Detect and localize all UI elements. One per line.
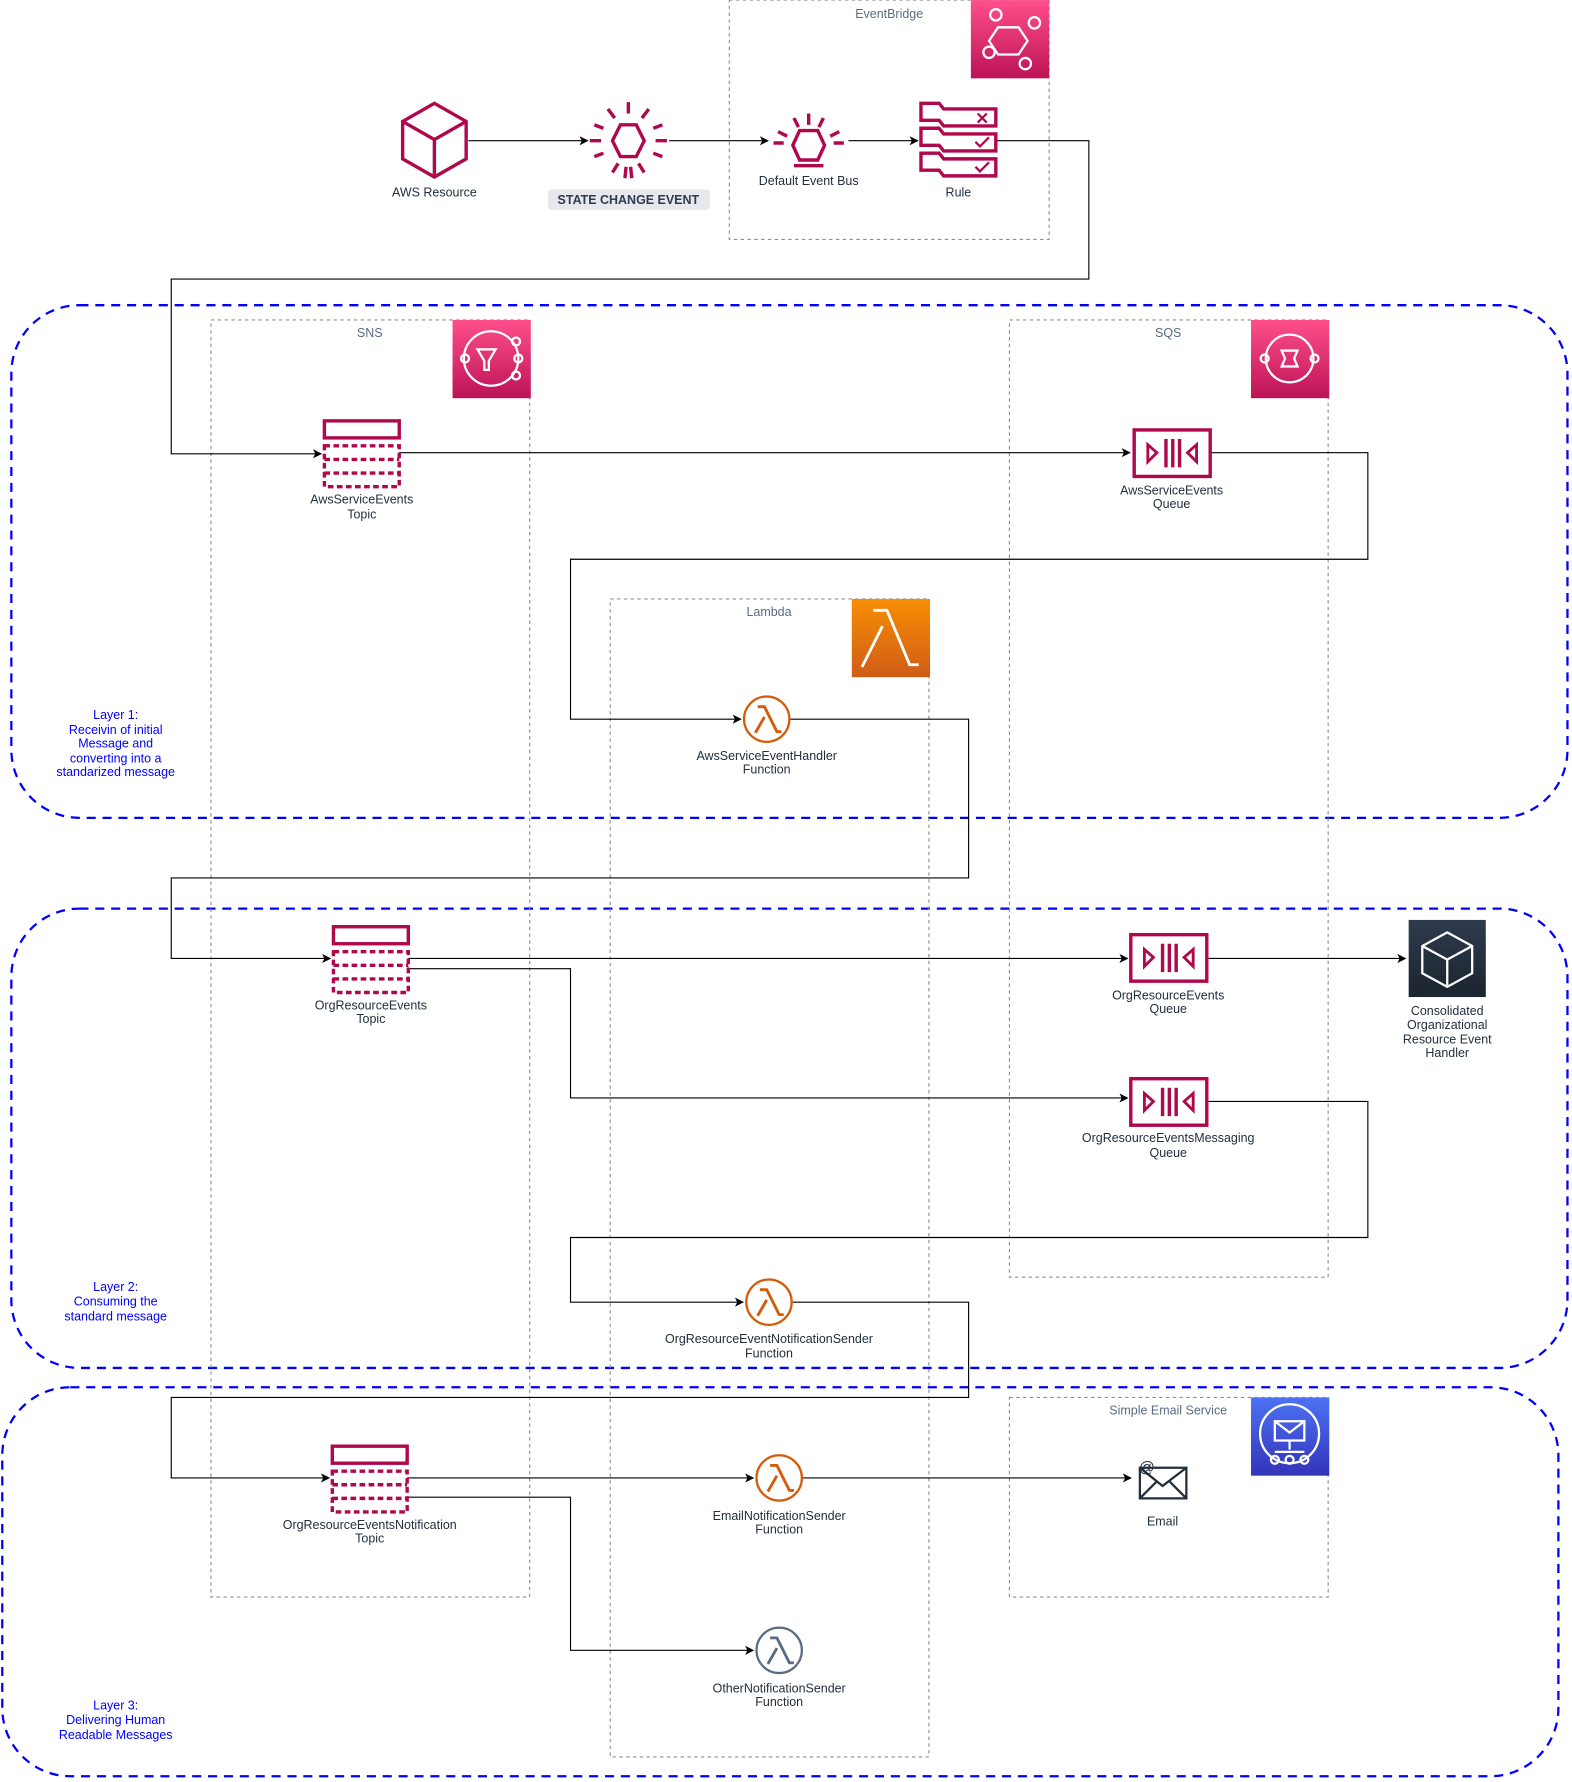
node-label: OrgResourceEventNotificationSender xyxy=(665,1332,873,1346)
connectors xyxy=(170,136,1407,1655)
node-label: Consolidated xyxy=(1411,1004,1484,1018)
aws-resource-label: AWS Resource xyxy=(392,185,477,199)
node-label: Queue xyxy=(1150,1146,1188,1160)
layer-label-line: Layer 2: xyxy=(93,1280,138,1294)
lambda-group-label: Lambda xyxy=(746,605,791,619)
org-resource-events-notification-topic-node[interactable]: OrgResourceEventsNotification Topic xyxy=(283,1444,457,1546)
sns-topic-icon xyxy=(322,419,401,489)
sns-topic-icon xyxy=(331,925,411,995)
node-label: Organizational xyxy=(1407,1018,1487,1032)
aws-service-events-topic-node[interactable]: AwsServiceEvents Topic xyxy=(310,419,413,522)
node-label: Topic xyxy=(356,1012,385,1026)
node-label: Topic xyxy=(347,507,376,521)
cube-icon xyxy=(400,101,468,179)
node-label: EmailNotificationSender xyxy=(713,1509,846,1523)
eventbridge-service-icon xyxy=(970,0,1050,79)
default-event-bus-label: Default Event Bus xyxy=(759,174,859,188)
email-label: Email xyxy=(1147,1515,1178,1529)
svg-text:@: @ xyxy=(1139,1459,1155,1476)
node-label: AwsServiceEventHandler xyxy=(696,749,836,763)
layer-label-line: Readable Messages xyxy=(59,1728,173,1742)
lambda-function-icon xyxy=(744,1278,794,1327)
layer-1-label: Layer 1: Receivin of initial Message and… xyxy=(56,708,175,779)
sqs-queue-icon xyxy=(1132,428,1212,479)
layer-1-boundary xyxy=(10,304,1569,819)
lambda-function-icon xyxy=(755,1453,804,1503)
consolidated-handler-node[interactable]: Consolidated Organizational Resource Eve… xyxy=(1403,919,1492,1060)
org-resource-events-queue-node[interactable]: OrgResourceEvents Queue xyxy=(1112,932,1224,1016)
rule-icon xyxy=(919,101,998,178)
other-notification-sender-node[interactable]: OtherNotificationSender Function xyxy=(713,1626,846,1709)
layer-label-line: standarized message xyxy=(56,765,175,779)
sns-topic-icon xyxy=(330,1444,409,1514)
event-bus-icon xyxy=(773,113,844,168)
eventbridge-group-label: EventBridge xyxy=(855,7,923,21)
sqs-queue-icon xyxy=(1129,932,1209,983)
rule-node[interactable]: Rule xyxy=(919,101,998,199)
org-resource-event-notification-sender-node[interactable]: OrgResourceEventNotificationSender Funct… xyxy=(665,1278,873,1361)
node-label: OrgResourceEvents xyxy=(1112,988,1224,1002)
node-label: OrgResourceEvents xyxy=(315,999,427,1013)
layer-label-line: Message and xyxy=(78,737,153,751)
event-icon xyxy=(589,102,667,179)
state-change-event-node[interactable]: STATE CHANGE EVENT xyxy=(547,102,711,210)
node-label: Resource Event xyxy=(1403,1033,1492,1047)
email-icon: @ xyxy=(1138,1459,1188,1500)
org-resource-events-messaging-queue-node[interactable]: OrgResourceEventsMessaging Queue xyxy=(1082,1077,1255,1160)
layer-label-line: Delivering Human xyxy=(66,1713,165,1727)
node-label: Function xyxy=(755,1695,803,1709)
node-label: Queue xyxy=(1153,497,1191,511)
node-label: AwsServiceEvents xyxy=(310,493,413,507)
node-label: AwsServiceEvents xyxy=(1120,484,1223,498)
rule-label: Rule xyxy=(946,185,972,199)
layer-label-line: standard message xyxy=(64,1309,167,1323)
layer-label-line: Layer 1: xyxy=(93,708,138,722)
layer-2-boundary xyxy=(10,907,1569,1370)
ses-group-label: Simple Email Service xyxy=(1109,1403,1227,1417)
sqs-queue-icon xyxy=(1129,1077,1209,1127)
layer-label-line: Layer 3: xyxy=(93,1698,138,1712)
email-notification-sender-node[interactable]: EmailNotificationSender Function xyxy=(713,1453,846,1537)
node-label: OtherNotificationSender xyxy=(713,1681,846,1695)
layer-label-line: converting into a xyxy=(70,751,162,765)
default-event-bus-node[interactable]: Default Event Bus xyxy=(759,113,859,188)
state-change-event-badge: STATE CHANGE EVENT xyxy=(558,193,700,207)
node-label: OrgResourceEventsMessaging xyxy=(1082,1131,1255,1145)
org-resource-events-topic-node[interactable]: OrgResourceEvents Topic xyxy=(315,925,427,1026)
layer-label-line: Receivin of initial xyxy=(69,723,163,737)
aws-resource-node[interactable]: AWS Resource xyxy=(392,101,477,199)
layer-3-label: Layer 3: Delivering Human Readable Messa… xyxy=(59,1698,173,1741)
layer-2-label: Layer 2: Consuming the standard message xyxy=(64,1280,167,1323)
architecture-diagram: EventBridge SNS SQS Lambda Simple Email … xyxy=(1,0,1569,1778)
node-label: Handler xyxy=(1425,1046,1469,1060)
sns-group-label: SNS xyxy=(357,326,383,340)
node-label: Function xyxy=(755,1523,803,1537)
sqs-group-label: SQS xyxy=(1155,326,1181,340)
aws-service-events-queue-node[interactable]: AwsServiceEvents Queue xyxy=(1120,428,1223,511)
node-label: Topic xyxy=(355,1532,384,1546)
node-label: Function xyxy=(745,1347,793,1361)
node-label: OrgResourceEventsNotification xyxy=(283,1518,457,1532)
layer-label-line: Consuming the xyxy=(74,1295,158,1309)
node-label: Function xyxy=(743,763,791,777)
lambda-function-icon xyxy=(742,695,791,744)
lambda-function-icon xyxy=(755,1626,804,1675)
node-label: Queue xyxy=(1150,1002,1188,1016)
eventbridge-group: EventBridge xyxy=(728,0,1050,240)
aws-service-event-handler-node[interactable]: AwsServiceEventHandler Function xyxy=(696,695,837,777)
email-node[interactable]: @ Email xyxy=(1138,1459,1188,1529)
